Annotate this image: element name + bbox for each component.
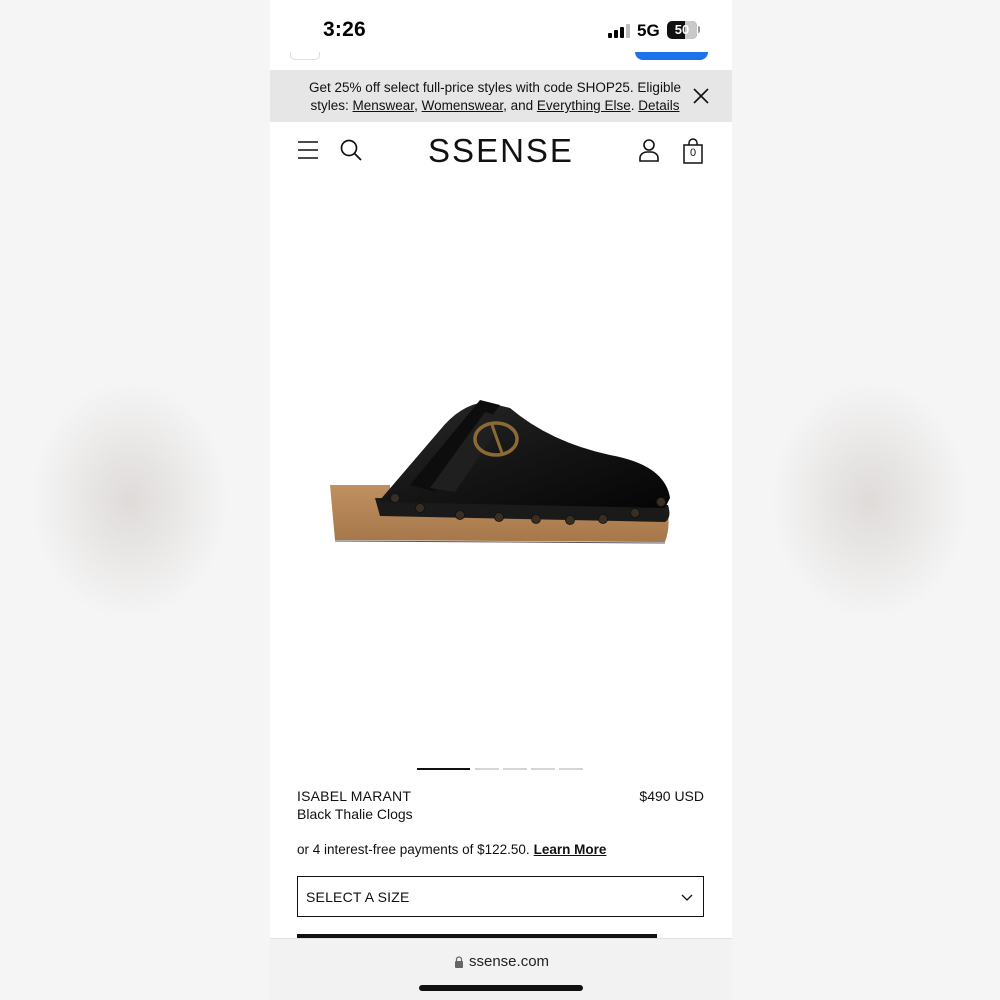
clog-illustration (330, 400, 670, 544)
url-text[interactable]: ssense.com (469, 953, 549, 970)
link-details[interactable]: Details (638, 98, 679, 113)
header-peek-left (290, 52, 320, 60)
network-label: 5G (637, 21, 660, 40)
search-icon[interactable] (339, 138, 363, 162)
battery-nub (698, 26, 700, 33)
promo-sep: , (414, 98, 422, 113)
status-time: 3:26 (323, 18, 366, 41)
battery-level: 50 (674, 22, 690, 37)
bag-icon[interactable]: 0 (682, 138, 704, 164)
product-image[interactable] (270, 180, 732, 760)
carousel-pager (417, 768, 587, 771)
carousel-dot[interactable] (559, 768, 583, 770)
ssense-logo[interactable]: SSENSE (400, 132, 602, 170)
installments-text: or 4 interest-free payments of $122.50. (297, 842, 530, 857)
status-bar: 3:26 5G 50 (270, 0, 732, 60)
carousel-dot[interactable] (417, 768, 470, 770)
carousel-dot[interactable] (503, 768, 527, 770)
header-peek-button (635, 52, 708, 60)
promo-text: Get 25% off select full-price styles wit… (300, 79, 690, 115)
phone-screen: 3:26 5G 50 Get 25% off select full-price… (270, 0, 732, 1000)
menu-icon[interactable] (297, 139, 319, 161)
product-price: $490 USD (639, 788, 704, 804)
signal-icon (608, 24, 630, 38)
lock-icon (455, 956, 463, 968)
close-icon[interactable] (691, 86, 711, 106)
site-header: SSENSE 0 (270, 122, 732, 180)
link-menswear[interactable]: Menswear (353, 98, 415, 113)
chevron-down-icon (681, 894, 693, 901)
promo-sep: , and (503, 98, 537, 113)
learn-more-link[interactable]: Learn More (534, 842, 607, 857)
installments-info: or 4 interest-free payments of $122.50. L… (297, 842, 606, 857)
link-womenswear[interactable]: Womenswear (422, 98, 504, 113)
browser-address-bar[interactable]: ssense.com (270, 938, 732, 1000)
link-everything-else[interactable]: Everything Else (537, 98, 631, 113)
size-select-label: SELECT A SIZE (306, 889, 410, 905)
product-brand[interactable]: ISABEL MARANT (297, 788, 411, 804)
promo-banner: Get 25% off select full-price styles wit… (270, 70, 732, 122)
carousel-dot[interactable] (475, 768, 499, 770)
product-name: Black Thalie Clogs (297, 806, 413, 822)
size-select[interactable]: SELECT A SIZE (297, 876, 704, 917)
battery-icon: 50 (667, 21, 697, 39)
home-indicator[interactable] (419, 985, 583, 991)
bag-count: 0 (689, 147, 697, 159)
carousel-dot[interactable] (531, 768, 555, 770)
account-icon[interactable] (638, 138, 660, 162)
